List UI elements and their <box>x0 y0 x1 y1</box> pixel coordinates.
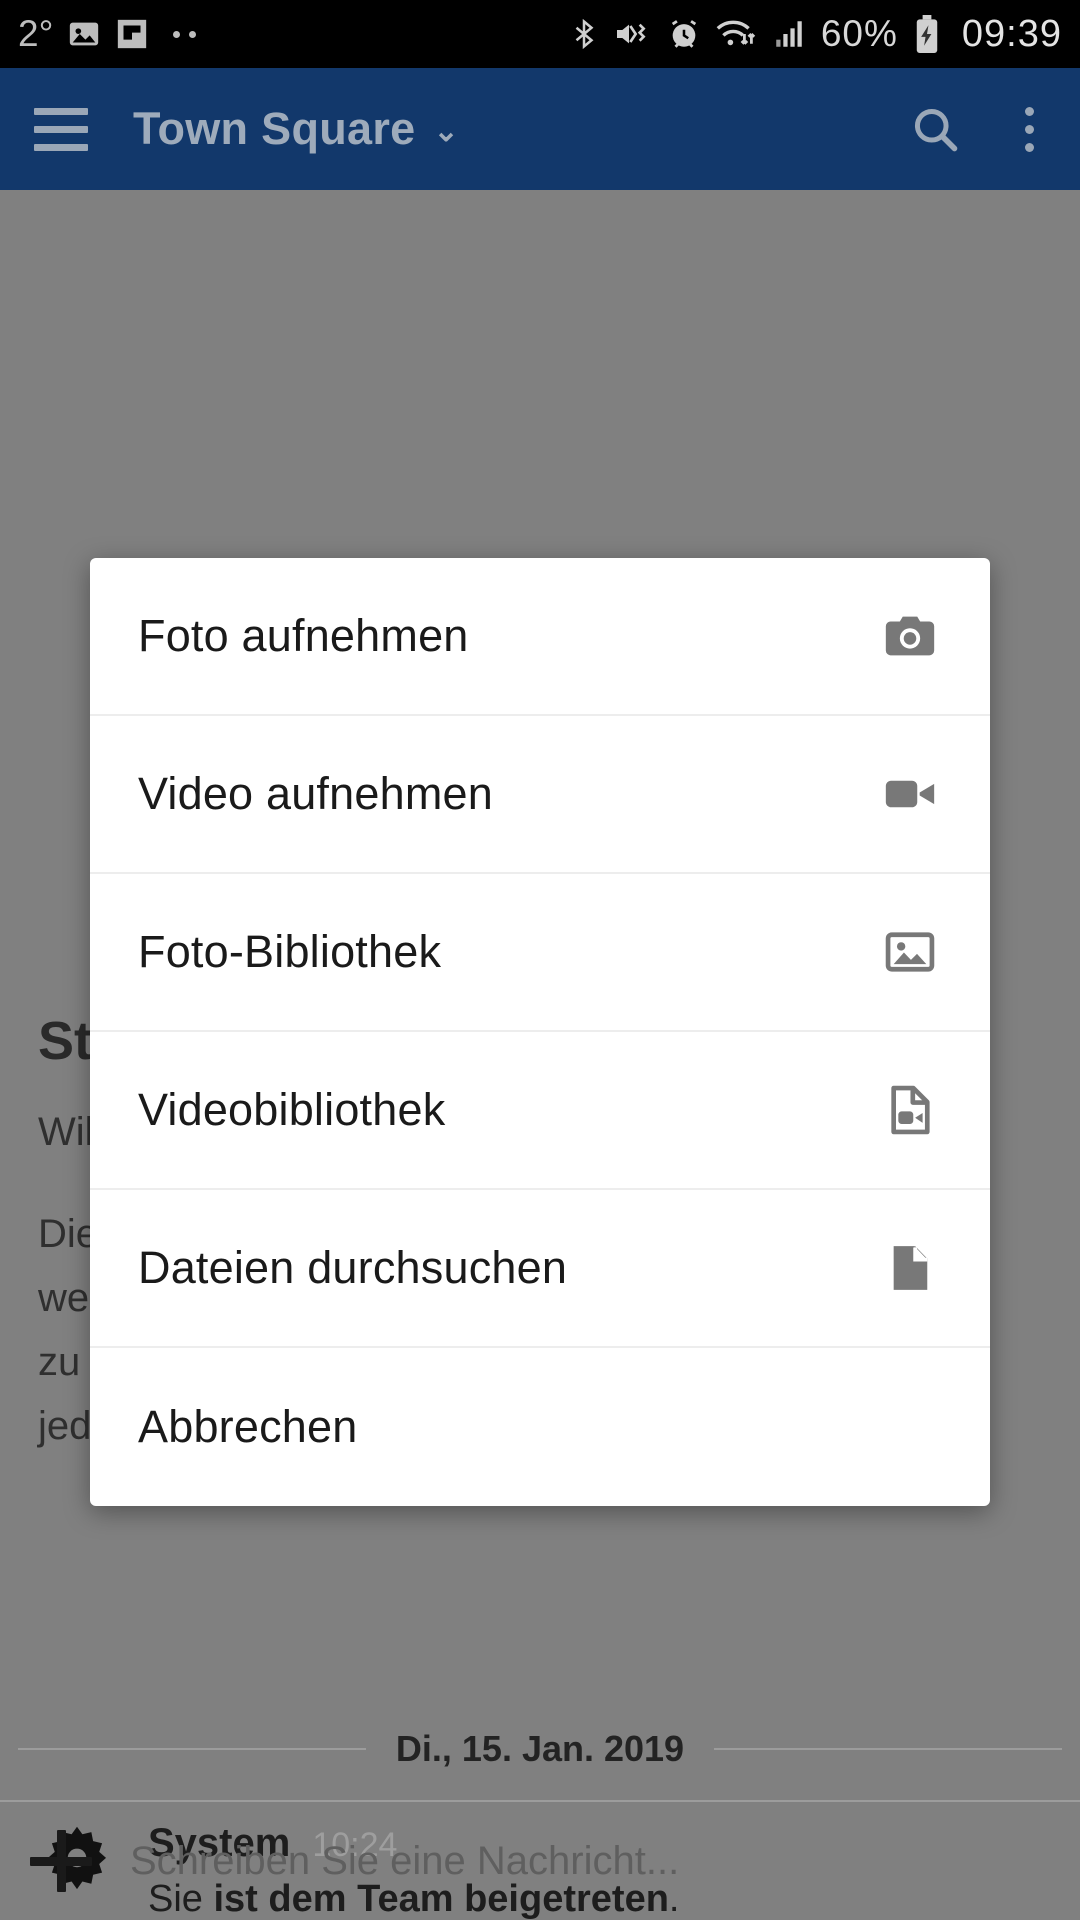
video-file-icon <box>878 1078 942 1142</box>
menu-item-label: Foto aufnehmen <box>138 610 469 661</box>
menu-item-record-video[interactable]: Video aufnehmen <box>90 716 990 874</box>
menu-item-photo-library[interactable]: Foto-Bibliothek <box>90 874 990 1032</box>
menu-item-label: Foto-Bibliothek <box>138 926 442 977</box>
attachment-options-dialog: Foto aufnehmen Video aufnehmen Foto-Bibl… <box>90 558 990 1506</box>
image-library-icon <box>878 920 942 984</box>
document-icon <box>878 1236 942 1300</box>
menu-item-label: Dateien durchsuchen <box>138 1242 568 1293</box>
menu-item-label: Video aufnehmen <box>138 768 493 819</box>
menu-item-label: Abbrechen <box>138 1401 358 1452</box>
menu-item-cancel[interactable]: Abbrechen <box>90 1348 990 1506</box>
menu-item-label: Videobibliothek <box>138 1084 446 1135</box>
menu-item-take-photo[interactable]: Foto aufnehmen <box>90 558 990 716</box>
menu-item-video-library[interactable]: Videobibliothek <box>90 1032 990 1190</box>
camera-icon <box>878 604 942 668</box>
phone-screen: 2° 60% 09:39 Town Square ⌄ St Wil Die we… <box>0 0 1080 1920</box>
video-camera-icon <box>878 762 942 826</box>
menu-item-browse-files[interactable]: Dateien durchsuchen <box>90 1190 990 1348</box>
